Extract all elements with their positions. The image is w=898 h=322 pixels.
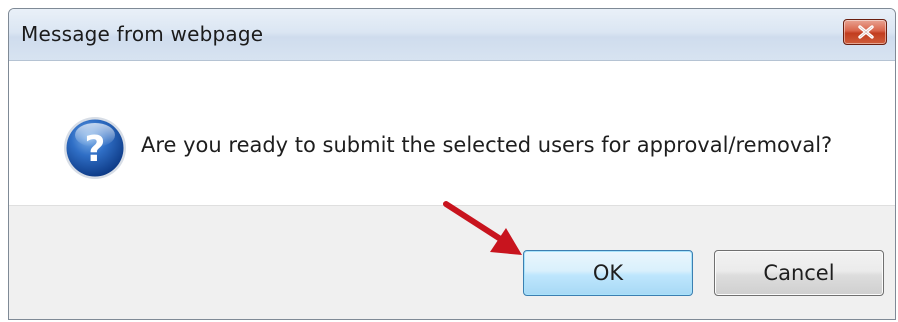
dialog-message: Are you ready to submit the selected use…: [141, 133, 833, 157]
ok-button[interactable]: OK: [523, 250, 693, 296]
close-icon: [858, 25, 874, 39]
question-icon: ?: [64, 117, 126, 179]
dialog-title: Message from webpage: [21, 22, 264, 46]
dialog-body: ? Are you ready to submit the selected u…: [9, 61, 895, 205]
cancel-button[interactable]: Cancel: [714, 250, 884, 296]
close-button[interactable]: [843, 19, 887, 45]
red-arrow-icon: [443, 201, 522, 255]
message-dialog: Message from webpage ? Are you ready to …: [8, 8, 896, 320]
svg-text:?: ?: [85, 129, 106, 170]
title-bar[interactable]: Message from webpage: [9, 9, 895, 61]
